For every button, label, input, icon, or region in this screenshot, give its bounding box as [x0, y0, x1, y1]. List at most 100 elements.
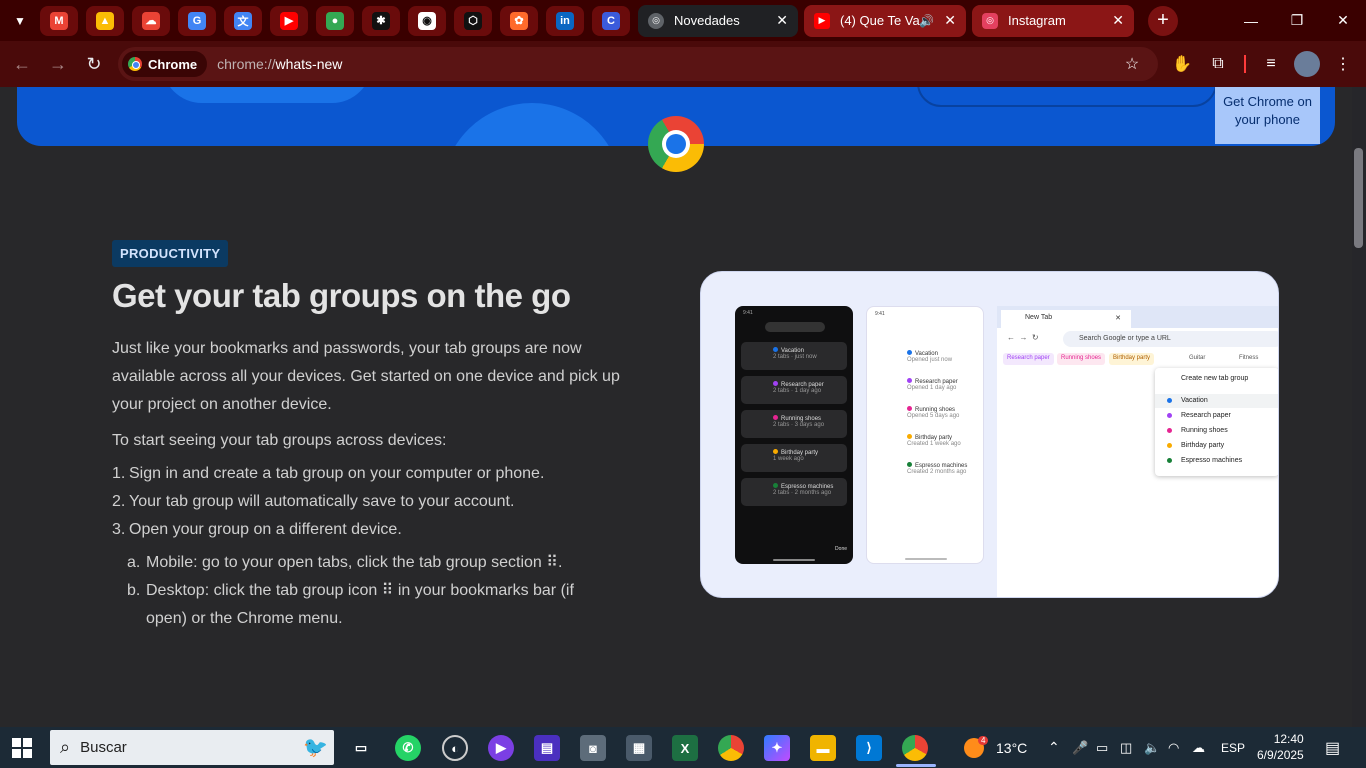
omnibox[interactable]: Chrome chrome://whats-new	[118, 47, 1158, 81]
restore-button[interactable]: ❐	[1274, 0, 1320, 41]
chrome-chip[interactable]: Chrome	[122, 51, 208, 77]
copilot-icon[interactable]: ✦	[764, 735, 790, 761]
bookmark-star-icon[interactable]: ☆	[1119, 51, 1145, 77]
file-explorer-icon[interactable]: ▬	[810, 735, 836, 761]
get-chrome-phone-button[interactable]: Get Chrome on your phone	[1215, 87, 1320, 144]
pinned-tab-cloud[interactable]: ☁	[132, 5, 170, 36]
chrome-taskbar-icon[interactable]	[718, 735, 744, 761]
toolbar-divider	[1244, 55, 1246, 73]
light-group-row: Espresso machines Created 2 months ago	[873, 459, 979, 481]
screen: ▼ M ▲ ☁ G 文 ▶ ● ✱ ◉ ⬡ ✿ in C ◎ Novedades ✕ ▶ (4) Que…	[0, 0, 1366, 768]
scrollbar-thumb[interactable]	[1354, 148, 1363, 248]
steps-intro: To start seeing your tab groups across d…	[112, 432, 447, 449]
close-tab-icon[interactable]: ✕	[944, 12, 956, 29]
group-name: Birthday party	[1181, 442, 1225, 449]
tab-title: Instagram	[1008, 13, 1066, 28]
windows-taskbar: ⌕ Buscar 🐦 ▭ ✆ ◐ ▶ ▤ ◙ ▦ X ✦ ▬ ⟩ 4 13°C …	[0, 727, 1366, 768]
camera-tray-icon[interactable]: ◫	[1120, 727, 1132, 768]
tab-instagram[interactable]: ◎ Instagram ✕	[972, 4, 1134, 37]
mock-bookmark-folder: Guitar	[1189, 355, 1206, 361]
substep-text: Desktop: click the tab group icon ⠿ in y…	[146, 582, 574, 599]
close-window-button[interactable]: ✕	[1320, 0, 1366, 41]
show-hidden-icons-chevron-icon[interactable]: ⌃	[1048, 727, 1060, 768]
github-icon: ◉	[418, 11, 436, 30]
pinned-tab-github[interactable]: ◉	[408, 5, 446, 36]
vscode-icon[interactable]: ⟩	[856, 735, 882, 761]
clipchamp-icon[interactable]: ▤	[534, 735, 560, 761]
forward-button[interactable]: →	[40, 46, 76, 82]
weather-temp: 13°C	[996, 739, 1028, 756]
profile-avatar[interactable]	[1294, 51, 1320, 77]
media-control-icon[interactable]: ≡	[1258, 51, 1284, 77]
weather-widget[interactable]: 4 13°C	[964, 727, 1027, 768]
media-player-icon[interactable]: ▶	[488, 735, 514, 761]
extension-hand-icon[interactable]: ✋	[1169, 51, 1195, 77]
mock-close-icon: ✕	[1115, 315, 1121, 322]
group-meta: Created 1 week ago	[907, 441, 961, 447]
camera-icon[interactable]: ◙	[580, 735, 606, 761]
pinned-tab-app[interactable]: ✱	[362, 5, 400, 36]
mock-omnibox: Search Google or type a URL	[1063, 331, 1278, 347]
banner-shape	[442, 103, 622, 146]
chrome-tab-icon: ◎	[648, 12, 664, 29]
pinned-tab-drive[interactable]: ▲	[86, 5, 124, 36]
tab-novedades[interactable]: ◎ Novedades ✕	[638, 4, 798, 37]
minimize-button[interactable]: —	[1228, 0, 1274, 41]
calculator-icon[interactable]: ▦	[626, 735, 652, 761]
audio-playing-icon[interactable]: 🔊	[919, 14, 934, 28]
windows-start-icon[interactable]	[12, 738, 32, 758]
pinned-tab-youtube[interactable]: ▶	[270, 5, 308, 36]
new-tab-button[interactable]: +	[1148, 5, 1178, 36]
pinned-tab-chatgpt[interactable]: ✿	[500, 5, 538, 36]
extensions-puzzle-icon[interactable]: ⧉	[1205, 51, 1231, 77]
drive-icon: ▲	[96, 11, 114, 30]
chrome-menu-icon[interactable]: ⋮	[1330, 51, 1356, 77]
task-view-icon[interactable]: ▭	[348, 735, 374, 761]
close-tab-icon[interactable]: ✕	[1112, 12, 1124, 29]
dark-group-row: Vacation 2 tabs · just now	[741, 342, 847, 370]
google-icon: G	[188, 11, 206, 30]
light-group-row: Running shoes Opened 5 days ago	[873, 403, 979, 425]
reload-button[interactable]: ↻	[76, 46, 112, 82]
url-text[interactable]: chrome://whats-new	[217, 56, 342, 72]
clock[interactable]: 12:40 6/9/2025	[1257, 731, 1304, 763]
pinned-tab-translate[interactable]: 文	[224, 5, 262, 36]
group-name: Vacation	[1181, 397, 1208, 404]
pinned-tab-linkedin[interactable]: in	[546, 5, 584, 36]
close-tab-icon[interactable]: ✕	[776, 12, 788, 29]
pinned-tab-google[interactable]: G	[178, 5, 216, 36]
light-group-row: Research paper Opened 1 day ago	[873, 375, 979, 397]
back-button[interactable]: ←	[4, 46, 40, 82]
translate-icon: 文	[234, 11, 252, 30]
tab-search-chevron-icon[interactable]: ▼	[0, 0, 40, 41]
excel-icon[interactable]: X	[672, 735, 698, 761]
wifi-icon[interactable]: ◠	[1168, 727, 1179, 768]
mock-bookmark-folder: Fitness	[1239, 355, 1259, 361]
onedrive-cloud-icon[interactable]: ☁	[1192, 727, 1205, 768]
pinned-tab-maps[interactable]: ●	[316, 5, 354, 36]
obs-icon[interactable]: ◐	[442, 735, 468, 761]
microphone-icon[interactable]: 🎤	[1072, 727, 1088, 768]
chrome-active-icon[interactable]	[902, 735, 928, 761]
pinned-tab-app3[interactable]: C	[592, 5, 630, 36]
url-path: whats-new	[275, 56, 343, 72]
group-meta: 2 tabs · just now	[773, 354, 817, 360]
group-meta: Opened 1 day ago	[907, 385, 957, 391]
tab-youtube[interactable]: ▶ (4) Que Te Vaya 🔊 ✕	[804, 4, 966, 37]
phone-time: 9:41	[875, 311, 885, 317]
volume-icon[interactable]: 🔈	[1144, 727, 1160, 768]
mock-menu-group: Research paper	[1155, 409, 1278, 423]
taskbar-search[interactable]: ⌕ Buscar 🐦	[50, 730, 334, 765]
done-label: Done	[835, 546, 847, 552]
pinned-tab-gmail[interactable]: M	[40, 5, 78, 36]
whatsapp-icon[interactable]: ✆	[395, 735, 421, 761]
battery-icon[interactable]: ▭	[1096, 727, 1108, 768]
notifications-icon[interactable]: ▤	[1325, 727, 1340, 768]
input-language[interactable]: ESP	[1221, 727, 1245, 768]
banner-shape	[917, 87, 1217, 107]
mock-menu-group: Birthday party	[1155, 439, 1278, 453]
instagram-tab-icon: ◎	[982, 12, 998, 29]
pinned-tab-app2[interactable]: ⬡	[454, 5, 492, 36]
tab-groups-illustration: 9:41 Vacation 2 tabs · just now Research p…	[700, 271, 1279, 598]
group-meta: 2 tabs · 2 months ago	[773, 490, 832, 496]
